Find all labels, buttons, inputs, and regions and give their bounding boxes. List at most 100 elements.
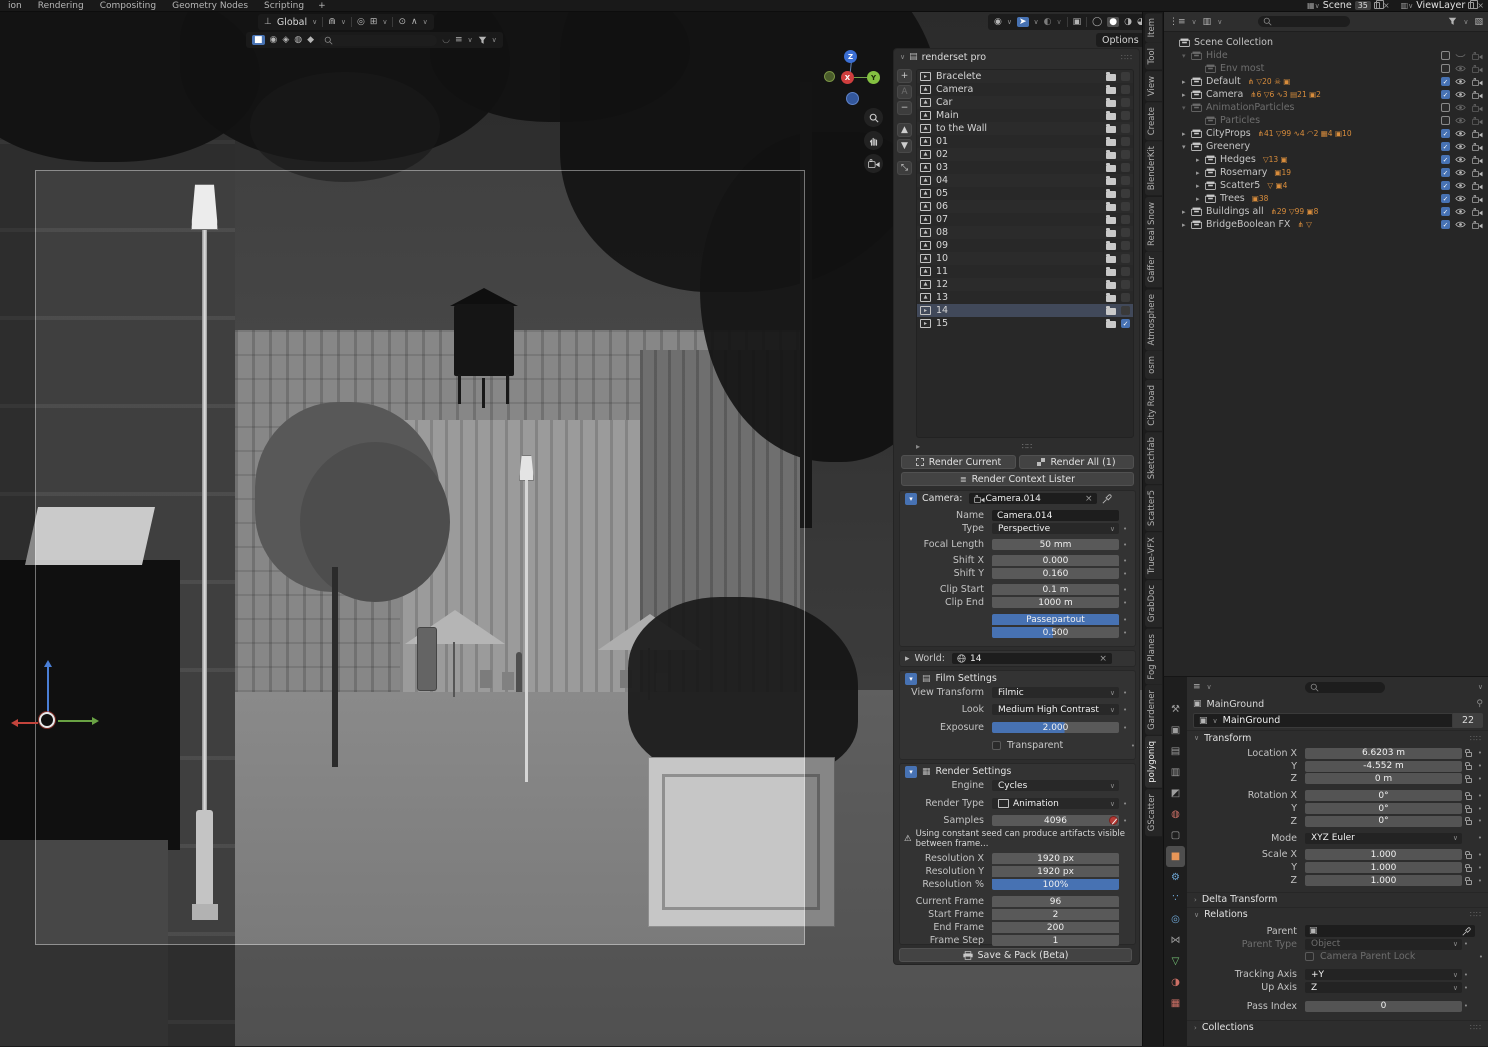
- view-transform-dropdown[interactable]: Filmic ∨: [992, 687, 1119, 698]
- animate-decorator[interactable]: •: [1476, 749, 1484, 757]
- pass-index-field[interactable]: 0: [1305, 1000, 1462, 1012]
- axis-z-neg[interactable]: [846, 92, 859, 105]
- value-field[interactable]: 0°∨: [1305, 815, 1462, 827]
- render-context-row[interactable]: to the Wall: [917, 122, 1133, 135]
- context-checkbox[interactable]: [1121, 189, 1130, 198]
- shift-x-field[interactable]: 0.000: [992, 555, 1119, 566]
- sidebar-tab[interactable]: Create: [1145, 102, 1162, 141]
- move-down-button[interactable]: ▼: [897, 139, 912, 153]
- exclude-checkbox[interactable]: [1441, 194, 1450, 203]
- passepartout-alpha-slider[interactable]: 0.500: [992, 627, 1119, 638]
- camera-visibility-icon[interactable]: [1472, 90, 1484, 99]
- camera-visibility-icon[interactable]: [1472, 51, 1484, 60]
- sidebar-tab[interactable]: City Road: [1145, 380, 1162, 431]
- eye-icon[interactable]: [1455, 221, 1467, 228]
- animate-decorator[interactable]: •: [1476, 817, 1484, 825]
- render-current-button[interactable]: Render Current: [901, 455, 1016, 469]
- outliner-row[interactable]: ▾ AnimationParticles: [1164, 101, 1488, 114]
- start-frame-field[interactable]: 2: [992, 909, 1119, 920]
- outliner-row[interactable]: ▸ Camera ⋔6 ▽6 ∿3 ▤21 ▣2: [1164, 88, 1488, 101]
- lock-icon[interactable]: [1462, 863, 1476, 872]
- sort-button[interactable]: A: [897, 85, 912, 99]
- exclude-checkbox[interactable]: [1441, 103, 1450, 112]
- output-folder-icon[interactable]: [1106, 305, 1116, 315]
- output-folder-icon[interactable]: [1106, 240, 1116, 250]
- world-selector[interactable]: 14 ×: [951, 653, 1112, 664]
- remove-viewlayer-icon[interactable]: ×: [1477, 1, 1484, 10]
- output-folder-icon[interactable]: [1106, 188, 1116, 198]
- context-checkbox[interactable]: [1121, 124, 1130, 133]
- value-field[interactable]: 0°∨: [1305, 803, 1462, 815]
- resize-grip-icon[interactable]: ∷∷: [1022, 442, 1032, 451]
- context-checkbox[interactable]: [1121, 111, 1130, 120]
- eye-icon[interactable]: [1455, 195, 1467, 202]
- resolution-x-field[interactable]: 1920 px: [992, 853, 1119, 864]
- sidebar-tab[interactable]: Item: [1145, 13, 1162, 43]
- context-checkbox[interactable]: [1121, 267, 1130, 276]
- eye-icon[interactable]: [1455, 65, 1467, 72]
- falloff-dot-icon[interactable]: ⊙: [398, 17, 406, 27]
- collections-panel-header[interactable]: › Collections ∷∷: [1187, 1019, 1488, 1035]
- outliner-row[interactable]: ▸ Hedges ▽13 ▣: [1164, 153, 1488, 166]
- exclude-checkbox[interactable]: [1441, 116, 1450, 125]
- properties-tab-render[interactable]: ▣: [1166, 720, 1185, 741]
- expand-arrow-icon[interactable]: ▸: [1196, 156, 1205, 164]
- expand-arrow-icon[interactable]: ▾: [1182, 143, 1191, 151]
- eye-icon[interactable]: [1455, 78, 1467, 85]
- camera-type-dropdown[interactable]: Perspective ∨: [992, 523, 1119, 534]
- animate-decorator[interactable]: •: [1476, 792, 1484, 800]
- exclude-checkbox[interactable]: [1441, 142, 1450, 151]
- section-toggle[interactable]: ▾: [905, 492, 917, 505]
- output-folder-icon[interactable]: [1106, 266, 1116, 276]
- output-folder-icon[interactable]: [1106, 110, 1116, 120]
- output-folder-icon[interactable]: [1106, 149, 1116, 159]
- output-folder-icon[interactable]: [1106, 201, 1116, 211]
- context-checkbox[interactable]: [1121, 150, 1130, 159]
- clear-icon[interactable]: ×: [1099, 654, 1107, 664]
- exclude-checkbox[interactable]: [1441, 90, 1450, 99]
- output-folder-icon[interactable]: [1106, 227, 1116, 237]
- workspace-tab[interactable]: Geometry Nodes: [164, 0, 256, 12]
- exclude-checkbox[interactable]: [1441, 207, 1450, 216]
- exclude-checkbox[interactable]: [1441, 51, 1450, 60]
- animate-decorator[interactable]: •: [1476, 834, 1484, 842]
- workspace-tab[interactable]: Scripting: [256, 0, 312, 12]
- sidebar-tab[interactable]: Gardener: [1145, 685, 1162, 736]
- properties-tab-particles[interactable]: ∵: [1166, 888, 1185, 909]
- sidebar-tab[interactable]: Gaffer: [1145, 251, 1162, 288]
- pan-hand-button[interactable]: [864, 131, 883, 150]
- context-checkbox[interactable]: [1121, 72, 1130, 81]
- context-checkbox[interactable]: [1121, 228, 1130, 237]
- section-toggle[interactable]: ▾: [905, 672, 917, 685]
- workspace-tab[interactable]: ion: [0, 0, 30, 12]
- navigation-gizmo[interactable]: Z X Y: [820, 46, 884, 110]
- outliner-row[interactable]: ▾ Greenery: [1164, 140, 1488, 153]
- properties-tab-modifiers[interactable]: ⚙: [1166, 867, 1185, 888]
- render-context-row[interactable]: 10: [917, 252, 1133, 265]
- shift-y-field[interactable]: 0.160: [992, 568, 1119, 579]
- xray-icon[interactable]: ▣: [1073, 17, 1082, 27]
- options-dropdown[interactable]: Options ∨: [1096, 33, 1142, 47]
- expand-icon[interactable]: ▸: [916, 442, 920, 451]
- context-checkbox[interactable]: [1121, 293, 1130, 302]
- display-mode-icon[interactable]: ⋮≡: [1169, 17, 1186, 27]
- render-all-button[interactable]: Render All (1): [1019, 455, 1134, 469]
- gizmo-x-arrow[interactable]: [92, 717, 103, 725]
- eye-icon[interactable]: [1455, 130, 1467, 137]
- pin-icon[interactable]: ⚲: [1476, 699, 1483, 709]
- clip-end-field[interactable]: 1000 m: [992, 597, 1119, 608]
- editor-type-icon[interactable]: ≡: [1193, 682, 1201, 692]
- outliner-row[interactable]: ▸ Buildings all ⋔29 ▽99 ▣8: [1164, 205, 1488, 218]
- animate-decorator[interactable]: •: [1476, 775, 1484, 783]
- expand-arrow-icon[interactable]: ▸: [1182, 91, 1191, 99]
- section-toggle[interactable]: ▾: [905, 765, 917, 778]
- properties-tab-world[interactable]: ◍: [1166, 804, 1185, 825]
- animate-decorator[interactable]: •: [1476, 877, 1484, 885]
- new-viewlayer-icon[interactable]: [1468, 0, 1479, 9]
- expand-arrow-icon[interactable]: ▸: [1182, 208, 1191, 216]
- value-field[interactable]: 0 m∨: [1305, 773, 1462, 785]
- engine-dropdown[interactable]: Cycles ∨: [992, 780, 1119, 791]
- expand-arrow-icon[interactable]: ▾: [1182, 52, 1191, 60]
- camera-visibility-icon[interactable]: [1472, 194, 1484, 203]
- render-context-row[interactable]: Main: [917, 109, 1133, 122]
